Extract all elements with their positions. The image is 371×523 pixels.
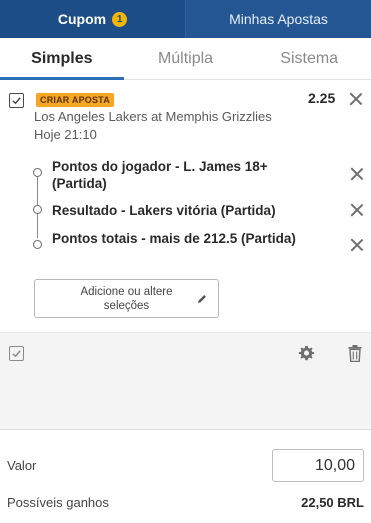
cupom-count-badge: 1 [112,11,128,27]
match-time: Hoje 21:10 [34,127,97,142]
criar-aposta-tag: CRIAR APOSTA [36,93,114,107]
bet-options-area [0,333,371,429]
tab-simples[interactable]: Simples [0,38,124,80]
tab-sistema[interactable]: Sistema [247,38,371,79]
tab-cupom-label: Cupom [57,11,107,27]
bet-odds: 2.25 [308,90,336,106]
selection-item-1: Pontos do jogador - L. James 18+ (Partid… [52,159,268,191]
potential-winnings-label: Possíveis ganhos [7,495,109,510]
betslip-header: Cupom 1 Minhas Apostas [0,0,371,38]
selection-dot [33,168,42,177]
bet-checkbox[interactable] [9,93,24,108]
remove-selection-3-icon[interactable] [350,238,364,252]
tab-multipla[interactable]: Múltipla [124,38,248,79]
selection-item-3: Pontos totais - mais de 212.5 (Partida) [52,231,296,246]
betslip-footer: Valor Possíveis ganhos 22,50 BRL [0,429,371,523]
tab-minhas-apostas[interactable]: Minhas Apostas [185,0,371,38]
tab-cupom[interactable]: Cupom 1 [0,0,185,38]
selection-connector [37,168,38,238]
edit-selections-button[interactable]: Adicione ou altere seleções [34,279,219,318]
check-icon [12,97,21,105]
match-name: Los Angeles Lakers at Memphis Grizzlies [34,109,272,124]
selection-dot [33,205,42,214]
tab-minhas-apostas-label: Minhas Apostas [229,11,328,27]
check-icon [12,350,21,358]
trash-icon[interactable] [348,345,362,362]
selection-item-2: Resultado - Lakers vitória (Partida) [52,203,276,218]
remove-bet-icon[interactable] [349,92,363,106]
potential-winnings-value: 22,50 BRL [301,495,364,510]
select-all-checkbox[interactable] [9,346,24,361]
gear-icon[interactable] [298,345,315,362]
edit-selections-label: Adicione ou altere seleções [80,286,173,312]
remove-selection-2-icon[interactable] [350,203,364,217]
bet-type-tabs: Simples Múltipla Sistema [0,38,371,80]
stake-label: Valor [7,458,37,473]
remove-selection-1-icon[interactable] [350,167,364,181]
bet-card: CRIAR APOSTA 2.25 Los Angeles Lakers at … [0,80,371,333]
selection-dot [33,240,42,249]
stake-input[interactable] [272,449,364,482]
pencil-icon [198,295,206,303]
